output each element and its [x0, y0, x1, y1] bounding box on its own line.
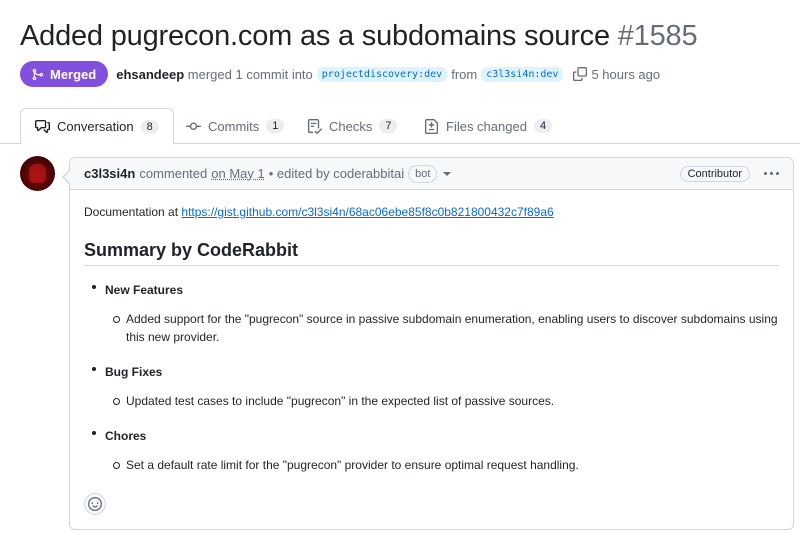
tab-conversation[interactable]: Conversation 8: [20, 108, 174, 145]
summary-heading: Summary by CodeRabbit: [84, 241, 779, 266]
sub-list-item: Updated test cases to include "pugrecon"…: [105, 392, 779, 410]
merge-time[interactable]: 5 hours ago: [591, 67, 660, 82]
smiley-icon: [88, 497, 102, 511]
documentation-prefix: Documentation at: [84, 205, 179, 219]
tab-checks-label: Checks: [329, 118, 373, 134]
tab-conversation-label: Conversation: [57, 119, 134, 134]
edited-by-text[interactable]: • edited by coderabbitai: [269, 166, 404, 181]
comment-author[interactable]: c3l3si4n: [84, 166, 135, 181]
list-item: Bug Fixes Updated test cases to include …: [84, 360, 779, 410]
summary-list: New Features Added support for the "pugr…: [84, 278, 779, 474]
merged-state-badge: Merged: [20, 61, 109, 87]
checklist-icon: [307, 118, 322, 134]
add-reaction-button[interactable]: [84, 493, 106, 515]
section-heading: Chores: [105, 429, 147, 443]
pr-number: #1585: [617, 20, 698, 52]
file-diff-icon: [424, 118, 439, 134]
bot-badge: bot: [408, 164, 438, 183]
kebab-menu-icon[interactable]: [764, 172, 779, 175]
sub-list-item: Added support for the "pugrecon" source …: [105, 310, 779, 346]
edit-history-dropdown-icon[interactable]: [443, 171, 452, 176]
pr-title: Added pugrecon.com as a subdomains sourc…: [20, 20, 698, 53]
from-text: from: [451, 66, 478, 82]
tab-commits-label: Commits: [208, 118, 260, 134]
pr-title-text: Added pugrecon.com as a subdomains sourc…: [20, 20, 610, 52]
comment-date[interactable]: on May 1: [211, 166, 264, 181]
tab-checks-count: 7: [379, 119, 398, 133]
commented-text: commented: [139, 166, 208, 181]
comment-box: c3l3si4n commented on May 1 • edited by …: [62, 157, 794, 530]
comment-body: Documentation at https://gist.github.com…: [70, 190, 793, 474]
merge-text: merged 1 commit into: [187, 66, 313, 82]
git-commit-icon: [186, 122, 201, 130]
state-label: Merged: [50, 66, 97, 82]
comment-header: c3l3si4n commented on May 1 • edited by …: [70, 158, 793, 190]
tab-files-changed[interactable]: Files changed 4: [410, 108, 566, 144]
tab-files-changed-count: 4: [533, 119, 553, 133]
head-branch[interactable]: c3l3si4n:dev: [481, 66, 564, 82]
merged-by-user[interactable]: ehsandeep: [116, 67, 184, 82]
documentation-link[interactable]: https://gist.github.com/c3l3si4n/68ac06e…: [181, 205, 553, 219]
tab-commits[interactable]: Commits 1: [172, 108, 298, 144]
section-heading: New Features: [105, 283, 184, 297]
comment-discussion-icon: [35, 119, 50, 134]
list-item: Chores Set a default rate limit for the …: [84, 424, 779, 474]
avatar[interactable]: [20, 156, 55, 191]
contributor-badge: Contributor: [679, 165, 750, 182]
pr-meta: Merged ehsandeep merged 1 commit into pr…: [20, 61, 660, 87]
tab-conversation-count: 8: [140, 119, 159, 134]
git-merge-icon: [32, 68, 44, 80]
copy-icon[interactable]: [573, 67, 588, 81]
section-heading: Bug Fixes: [105, 365, 163, 379]
pr-tabs: Conversation 8 Commits 1 Checks 7 Files …: [0, 108, 800, 145]
tab-files-changed-label: Files changed: [446, 118, 527, 134]
list-item: New Features Added support for the "pugr…: [84, 278, 779, 346]
documentation-line: Documentation at https://gist.github.com…: [84, 203, 779, 221]
tab-commits-count: 1: [266, 119, 285, 133]
sub-list-item: Set a default rate limit for the "pugrec…: [105, 456, 779, 474]
base-branch[interactable]: projectdiscovery:dev: [316, 66, 448, 82]
tab-checks[interactable]: Checks 7: [293, 108, 411, 144]
